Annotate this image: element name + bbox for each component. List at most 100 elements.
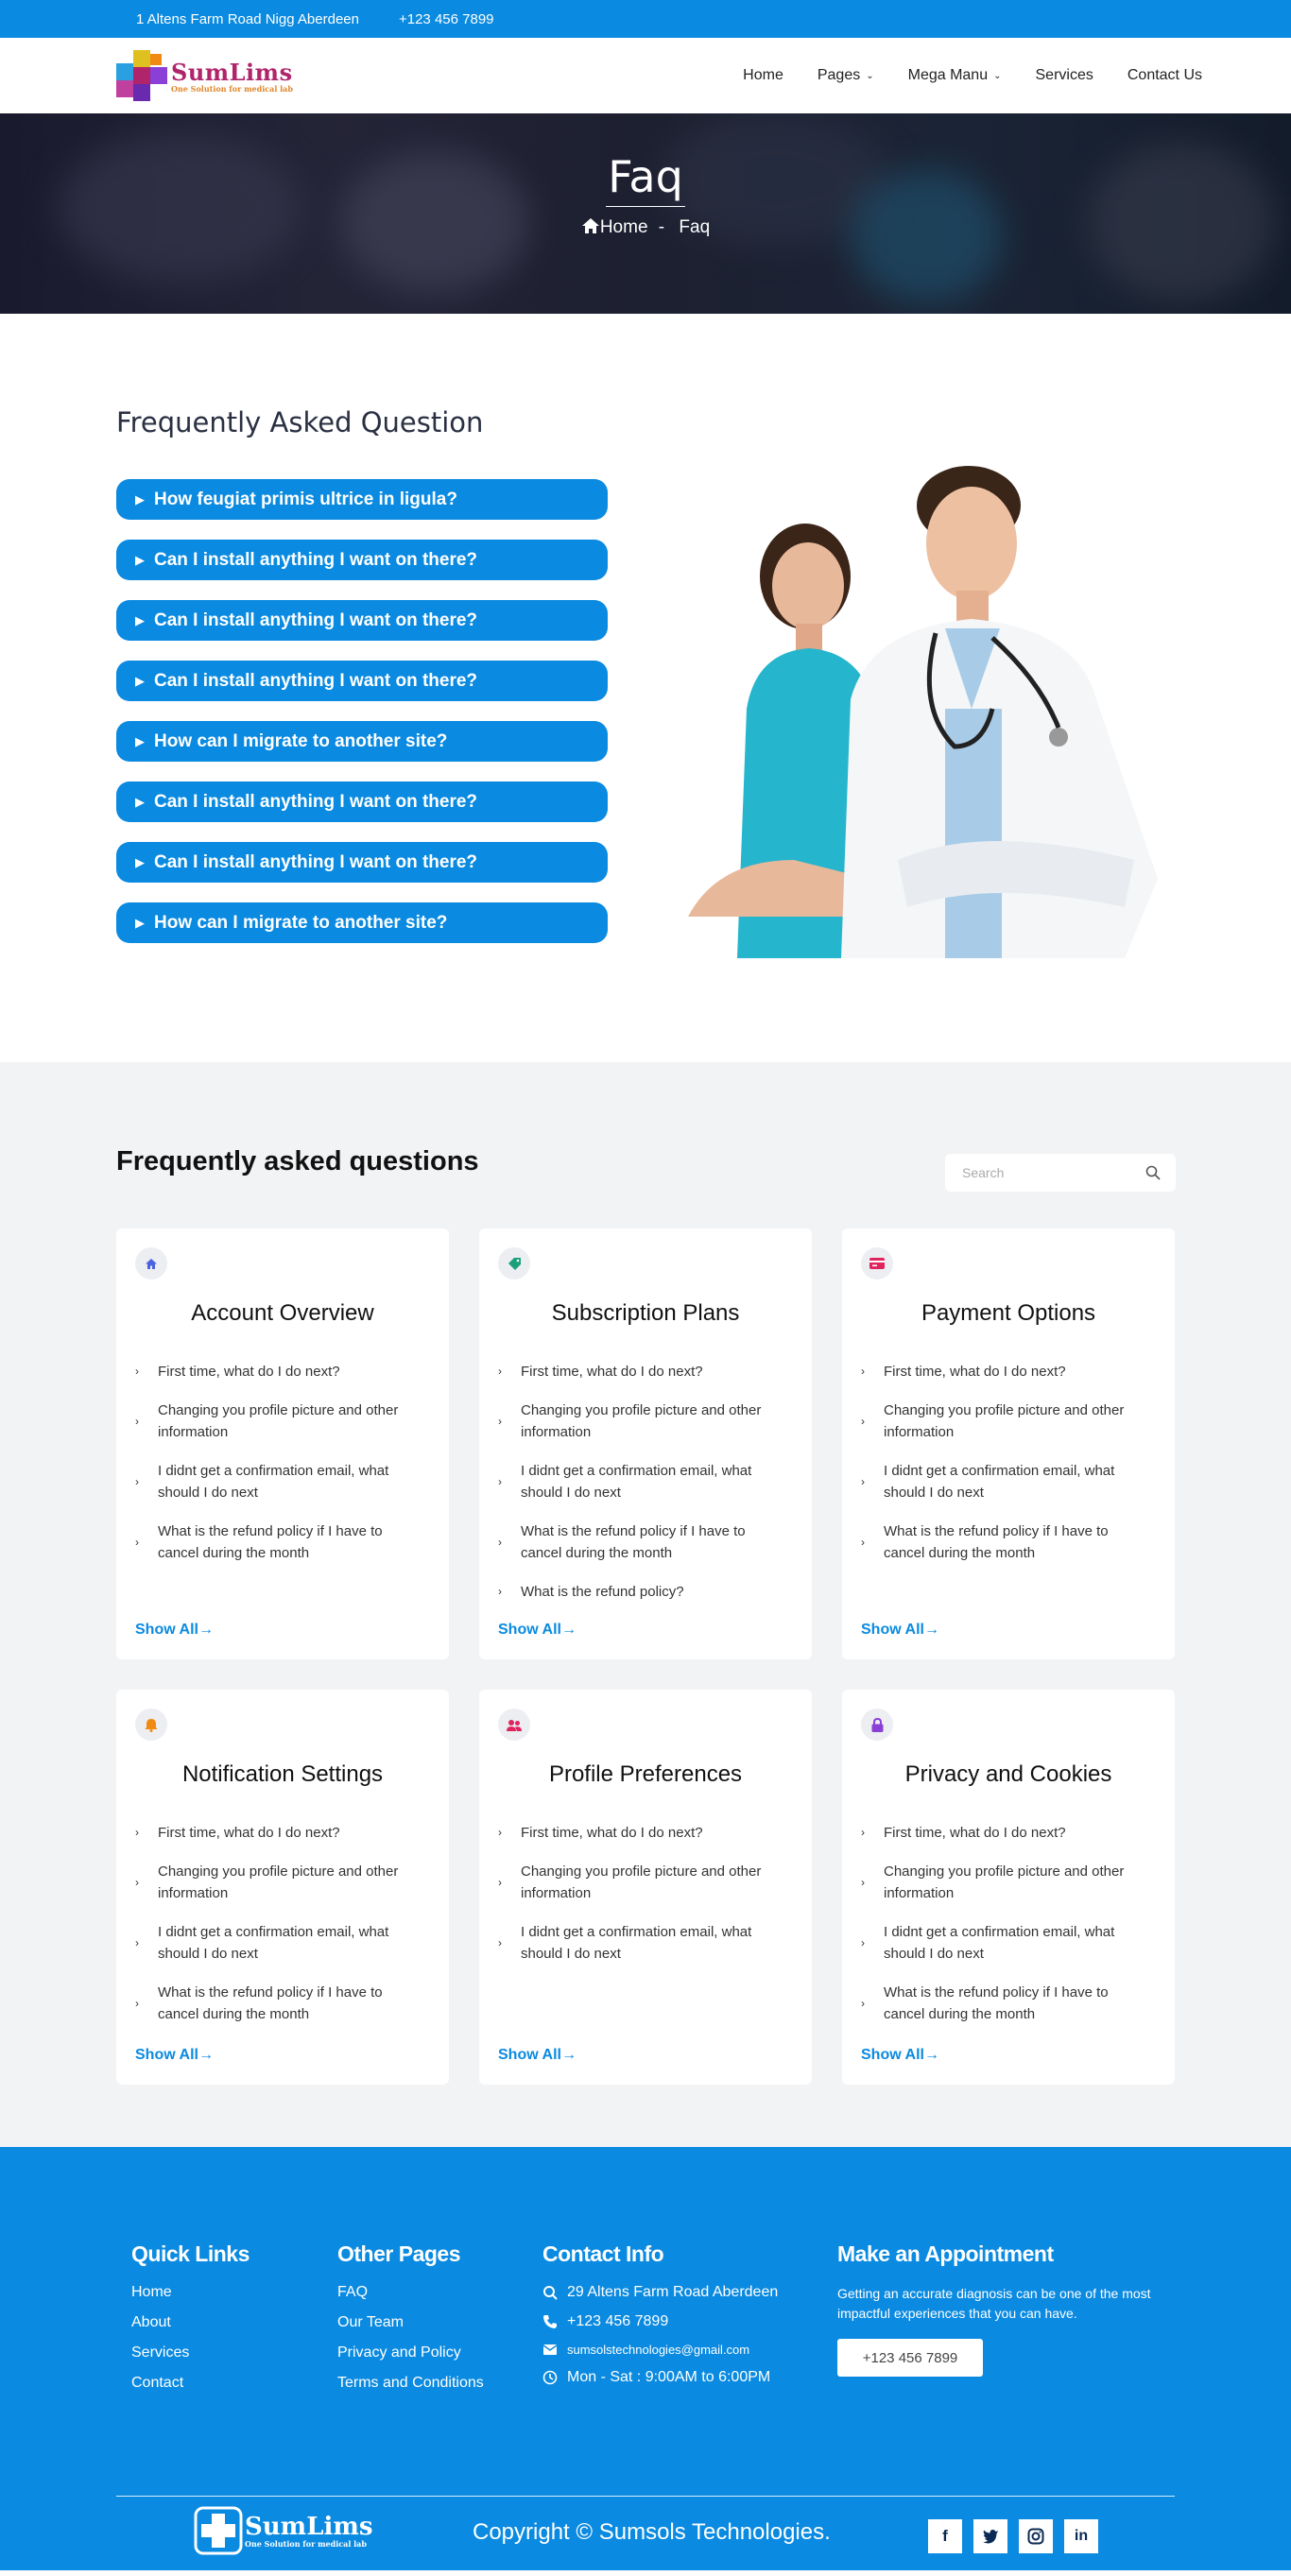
nav-item-home[interactable]: Home [743,67,783,84]
footer-heading: Other Pages [337,2241,460,2266]
faq-card-question[interactable]: › I didnt get a confirmation email, what … [498,1921,785,1965]
faq-card-question[interactable]: › What is the refund policy if I have to … [861,1520,1148,1564]
show-all-link[interactable]: Show All→ [498,2047,577,2064]
contact-phone: +123 456 7899 [542,2313,778,2330]
faq-card-notification-settings: Notification Settings › First time, what d… [116,1690,449,2085]
chevron-right-icon: › [135,1996,139,2010]
faq-card-question[interactable]: › Changing you profile picture and other … [861,1400,1148,1443]
faq-card-question-text: I didnt get a confirmation email, what s… [521,1463,752,1501]
faq-card-question[interactable]: › What is the refund policy? [498,1581,785,1603]
chevron-right-icon: › [135,1935,139,1949]
caret-right-icon: ▶ [135,733,145,748]
faq-card-question[interactable]: › I didnt get a confirmation email, what … [861,1460,1148,1503]
chevron-right-icon: › [861,1826,865,1839]
faq-card-question[interactable]: › First time, what do I do next? [861,1361,1148,1382]
faq-card-question[interactable]: › First time, what do I do next? [498,1822,785,1844]
twitter-icon[interactable] [973,2519,1007,2553]
faq-card-question[interactable]: › I didnt get a confirmation email, what … [498,1460,785,1503]
appointment-phone-button[interactable]: +123 456 7899 [837,2339,983,2377]
faq-card-question[interactable]: › First time, what do I do next? [498,1361,785,1382]
show-all-link[interactable]: Show All→ [498,1622,577,1639]
phone-icon [543,2315,557,2328]
faq-card-question[interactable]: › Changing you profile picture and other … [861,1861,1148,1904]
faq-accordion-item[interactable]: ▶ How can I migrate to another site? [116,721,608,762]
show-all-link[interactable]: Show All→ [861,1622,939,1639]
nav-item-mega-manu[interactable]: Mega Manu ⌄ [908,67,1002,84]
faq-card-question-text: What is the refund policy if I have to c… [521,1523,746,1561]
faq-accordion-item[interactable]: ▶ Can I install anything I want on there? [116,540,608,580]
nav-item-label: Home [743,67,783,83]
faq-card-question[interactable]: › What is the refund policy if I have to … [498,1520,785,1564]
chevron-right-icon: › [135,1414,139,1428]
footer-heading: Make an Appointment [837,2241,1054,2266]
faq-card-title: Payment Options [921,1300,1096,1326]
chevron-right-icon: › [861,1535,865,1549]
footer-link-contact[interactable]: Contact [131,2375,250,2392]
users-icon [498,1709,530,1741]
chevron-down-icon: ⌄ [866,70,874,81]
search-icon[interactable] [1145,1165,1161,1180]
faq-card-question[interactable]: › I didnt get a confirmation email, what … [135,1460,422,1503]
faq-card-question-text: First time, what do I do next? [158,1825,340,1841]
instagram-icon[interactable] [1019,2519,1053,2553]
chevron-right-icon: › [498,1935,502,1949]
breadcrumb-home[interactable]: Home [600,217,648,237]
footer-link-services[interactable]: Services [131,2344,250,2361]
faq-accordion-item[interactable]: ▶ Can I install anything I want on there? [116,781,608,822]
nav-item-services[interactable]: Services [1036,67,1093,84]
faq-card-question-list: › First time, what do I do next? › Changing… [135,1361,422,1581]
faq-card-question[interactable]: › Changing you profile picture and other … [498,1861,785,1904]
faq-accordion-item[interactable]: ▶ Can I install anything I want on there? [116,842,608,883]
faq-card-title: Notification Settings [181,1761,384,1787]
faq-card-question[interactable]: › Changing you profile picture and other … [135,1861,422,1904]
faq-search-box [945,1154,1176,1192]
contact-phone-text[interactable]: +123 456 7899 [567,2313,668,2330]
faq-card-question[interactable]: › I didnt get a confirmation email, what … [861,1921,1148,1965]
faq-accordion-item[interactable]: ▶ How feugiat primis ultrice in ligula? [116,479,608,520]
faq-card-question[interactable]: › What is the refund policy if I have to … [135,1520,422,1564]
arrow-right-icon: → [923,1622,939,1638]
footer-logo[interactable]: SumLims One Solution for medical lab [194,2506,373,2555]
faq-accordion-item[interactable]: ▶ Can I install anything I want on there? [116,661,608,701]
faq-card-question[interactable]: › First time, what do I do next? [861,1822,1148,1844]
faq-card-question-text: First time, what do I do next? [884,1364,1066,1380]
topbar-phone[interactable]: +123 456 7899 [399,11,494,27]
breadcrumb: Home - Faq [0,217,1291,238]
faq-card-question[interactable]: › What is the refund policy if I have to … [135,1982,422,2025]
faq-card-title: Subscription Plans [551,1300,740,1326]
faq-accordion-item[interactable]: ▶ Can I install anything I want on there? [116,600,608,641]
footer-link-terms-and-conditions[interactable]: Terms and Conditions [337,2375,484,2392]
nav-item-label: Contact Us [1127,67,1202,83]
nav-item-pages[interactable]: Pages ⌄ [818,67,874,84]
caret-right-icon: ▶ [135,612,145,627]
show-all-label: Show All [498,1622,561,1638]
brand-logo[interactable]: SumLims One Solution for medical lab [116,50,293,101]
faq-card-question[interactable]: › First time, what do I do next? [135,1822,422,1844]
linkedin-icon[interactable]: in [1064,2519,1098,2553]
chevron-right-icon: › [498,1365,502,1378]
faq-card-question[interactable]: › I didnt get a confirmation email, what … [135,1921,422,1965]
footer-link-privacy-and-policy[interactable]: Privacy and Policy [337,2344,484,2361]
footer-link-faq[interactable]: FAQ [337,2284,484,2301]
caret-right-icon: ▶ [135,915,145,930]
faq-search-input[interactable] [962,1165,1132,1180]
faq-card-question-text: I didnt get a confirmation email, what s… [158,1463,389,1501]
facebook-icon[interactable]: f [928,2519,962,2553]
footer-heading: Quick Links [131,2241,250,2266]
nav-item-contact-us[interactable]: Contact Us [1127,67,1202,84]
footer-link-our-team[interactable]: Our Team [337,2314,484,2331]
faq-card-question[interactable]: › Changing you profile picture and other … [498,1400,785,1443]
clock-icon [542,2370,558,2385]
contact-email-text[interactable]: sumsolstechnologies@gmail.com [567,2343,749,2357]
faq-card-question[interactable]: › What is the refund policy if I have to … [861,1982,1148,2025]
show-all-link[interactable]: Show All→ [135,1622,214,1639]
show-all-link[interactable]: Show All→ [135,2047,214,2064]
faq-card-question[interactable]: › First time, what do I do next? [135,1361,422,1382]
footer-link-home[interactable]: Home [131,2284,250,2301]
faq-card-profile-preferences: Profile Preferences › First time, what do … [479,1690,812,2085]
faq-card-question[interactable]: › Changing you profile picture and other … [135,1400,422,1443]
faq-card-question-list: › First time, what do I do next? › Changing… [861,1822,1148,2042]
faq-accordion-item[interactable]: ▶ How can I migrate to another site? [116,902,608,943]
show-all-link[interactable]: Show All→ [861,2047,939,2064]
footer-link-about[interactable]: About [131,2314,250,2331]
